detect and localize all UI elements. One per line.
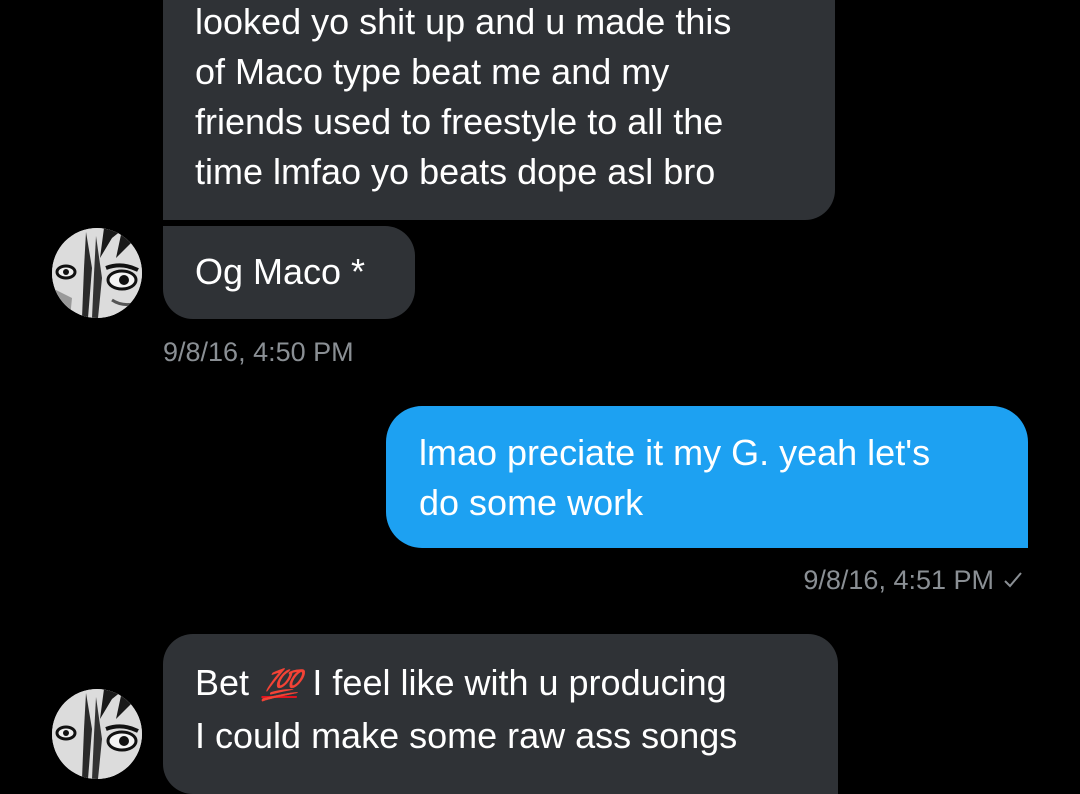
message-text-line: time lmfao yo beats dope asl bro <box>195 151 716 192</box>
profile-photo-icon <box>52 689 142 779</box>
received-message-bubble[interactable]: looked yo shit up and u made this of Mac… <box>163 0 835 220</box>
sender-avatar[interactable] <box>52 228 142 318</box>
message-text-line: of Maco type beat me and my <box>195 51 670 92</box>
hundred-points-emoji-icon: 💯 <box>260 669 301 702</box>
message-text-segment: Bet <box>195 662 250 703</box>
message-text-line: looked yo shit up and u made this <box>195 1 732 42</box>
message-text-line: Bet 💯 I feel like with u producing <box>195 658 838 711</box>
message-timestamp: 9/8/16, 4:51 PM <box>803 565 994 595</box>
received-message-bubble[interactable]: Bet 💯 I feel like with u producing I coul… <box>163 634 838 794</box>
message-timestamp-row: 9/8/16, 4:51 PM <box>803 565 1024 597</box>
message-text-line: friends used to freestyle to all the <box>195 101 724 142</box>
message-text-line: do some work <box>419 482 644 523</box>
profile-photo-icon <box>52 228 142 318</box>
checkmark-icon <box>1002 567 1024 597</box>
message-text-segment: I feel like with u producing <box>312 662 727 703</box>
message-text-line: Og Maco * <box>195 251 366 292</box>
message-timestamp: 9/8/16, 4:50 PM <box>163 337 354 367</box>
sender-avatar[interactable] <box>52 689 142 779</box>
received-message-bubble[interactable]: Og Maco * <box>163 226 415 319</box>
sent-message-bubble[interactable]: lmao preciate it my G. yeah let's do som… <box>386 406 1028 548</box>
message-text-line: I could make some raw ass songs <box>195 715 738 756</box>
message-thread: looked yo shit up and u made this of Mac… <box>0 0 1080 794</box>
message-text-line: lmao preciate it my G. yeah let's <box>419 432 931 473</box>
